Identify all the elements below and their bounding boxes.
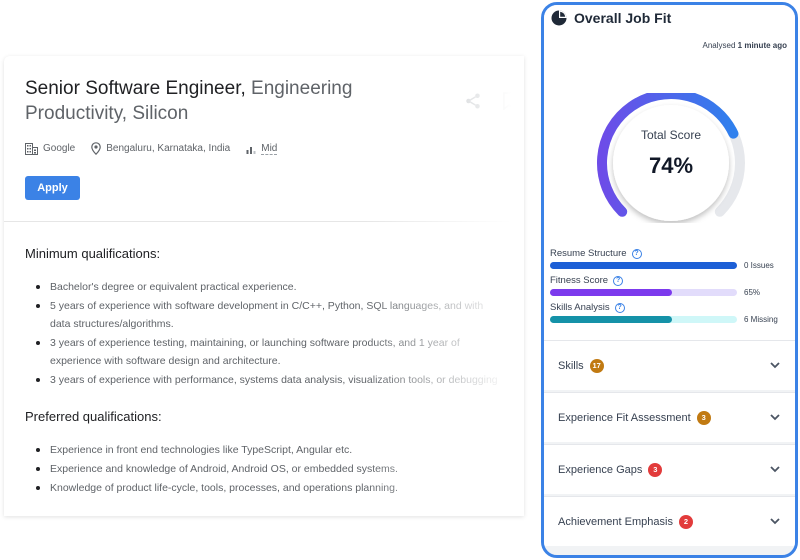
building-icon — [25, 142, 38, 155]
list-item: 3 years of experience testing, maintaini… — [36, 334, 506, 370]
job-title: Senior Software Engineer, Engineering Pr… — [25, 76, 445, 126]
analysed-timestamp: Analysed 1 minute ago — [703, 41, 787, 50]
apply-button[interactable]: Apply — [25, 176, 80, 200]
accordion-skills[interactable]: Skills 17 — [544, 340, 795, 390]
help-icon[interactable]: ? — [614, 302, 625, 313]
level-bars-icon — [246, 146, 256, 154]
metric-label: Skills Analysis — [550, 302, 610, 313]
count-badge: 2 — [678, 514, 693, 529]
total-score-value: 74% — [648, 153, 694, 178]
count-badge: 17 — [589, 358, 604, 373]
preferred-qualifications-list: Experience in front end technologies lik… — [36, 441, 506, 498]
list-item: Experience in front end technologies lik… — [36, 441, 506, 459]
job-meta-row: Google Bengaluru, Karnataka, India Mid — [25, 142, 293, 155]
help-icon[interactable]: ? — [613, 275, 624, 286]
metric-label: Resume Structure — [550, 248, 627, 259]
metric-bar-track — [550, 262, 737, 269]
level-meta: Mid — [246, 143, 278, 155]
metric-value: 6 Missing — [744, 315, 778, 324]
list-item: Experience and knowledge of Android, And… — [36, 460, 506, 478]
chevron-down-icon[interactable] — [769, 463, 781, 475]
count-badge: 3 — [648, 462, 663, 477]
metric-bar-fill — [550, 316, 672, 323]
accordion-experience-gaps[interactable]: Experience Gaps 3 — [544, 444, 795, 494]
accordion-label: Achievement Emphasis — [558, 515, 673, 528]
list-item: 3 years of experience with performance, … — [36, 371, 506, 389]
job-fit-panel: Overall Job Fit Analysed 1 minute ago To… — [541, 2, 798, 558]
list-item: 5 years of experience with software deve… — [36, 297, 506, 333]
list-item: Bachelor's degree or equivalent practica… — [36, 278, 506, 296]
minimum-qualifications-list: Bachelor's degree or equivalent practica… — [36, 278, 506, 390]
bookmark-icon[interactable] — [502, 92, 516, 110]
list-item: Knowledge of product life-cycle, tools, … — [36, 479, 506, 497]
total-score-label: Total Score — [640, 128, 702, 142]
metric-bar-fill — [550, 262, 737, 269]
job-location: Bengaluru, Karnataka, India — [106, 143, 231, 154]
metric-fitness-score: Fitness Score? 65% — [550, 275, 793, 297]
help-icon[interactable]: ? — [631, 248, 642, 259]
accordion-label: Experience Fit Assessment — [558, 411, 691, 424]
chevron-down-icon[interactable] — [769, 411, 781, 423]
analysed-time: 1 minute ago — [737, 41, 787, 50]
metric-skills-analysis: Skills Analysis? 6 Missing — [550, 302, 793, 324]
minimum-qualifications-heading: Minimum qualifications: — [25, 246, 161, 261]
chevron-down-icon[interactable] — [769, 515, 781, 527]
count-badge: 3 — [696, 410, 711, 425]
location-pin-icon — [91, 142, 102, 155]
job-title-main: Senior Software Engineer, — [25, 78, 252, 99]
metric-value: 0 Issues — [744, 261, 774, 270]
job-fit-header: Overall Job Fit — [550, 9, 671, 27]
job-posting-card: Senior Software Engineer, Engineering Pr… — [4, 56, 524, 516]
metric-value: 65% — [744, 288, 761, 297]
metric-label: Fitness Score — [550, 275, 609, 286]
analysed-prefix: Analysed — [702, 41, 738, 50]
share-icon[interactable] — [464, 92, 482, 110]
accordion-achievement-emphasis[interactable]: Achievement Emphasis 2 — [544, 496, 795, 546]
company-name: Google — [43, 143, 76, 154]
accordion-label: Skills — [558, 359, 584, 372]
company-meta: Google — [25, 142, 76, 155]
preferred-qualifications-heading: Preferred qualifications: — [25, 409, 162, 424]
location-meta: Bengaluru, Karnataka, India — [91, 142, 230, 155]
metric-resume-structure: Resume Structure? 0 Issues — [550, 248, 793, 270]
pie-chart-icon — [551, 10, 567, 26]
accordion-label: Experience Gaps — [558, 463, 643, 476]
job-fit-title: Overall Job Fit — [574, 10, 672, 26]
metric-bar-fill — [550, 289, 672, 296]
divider — [4, 221, 524, 222]
job-fit-summary: Overall Job Fit Analysed 1 minute ago To… — [544, 5, 795, 343]
chevron-down-icon[interactable] — [769, 359, 781, 371]
accordion-experience-fit-assessment[interactable]: Experience Fit Assessment 3 — [544, 392, 795, 442]
job-level[interactable]: Mid — [261, 143, 278, 155]
metric-bar-track — [550, 289, 737, 296]
metric-bar-track — [550, 316, 737, 323]
